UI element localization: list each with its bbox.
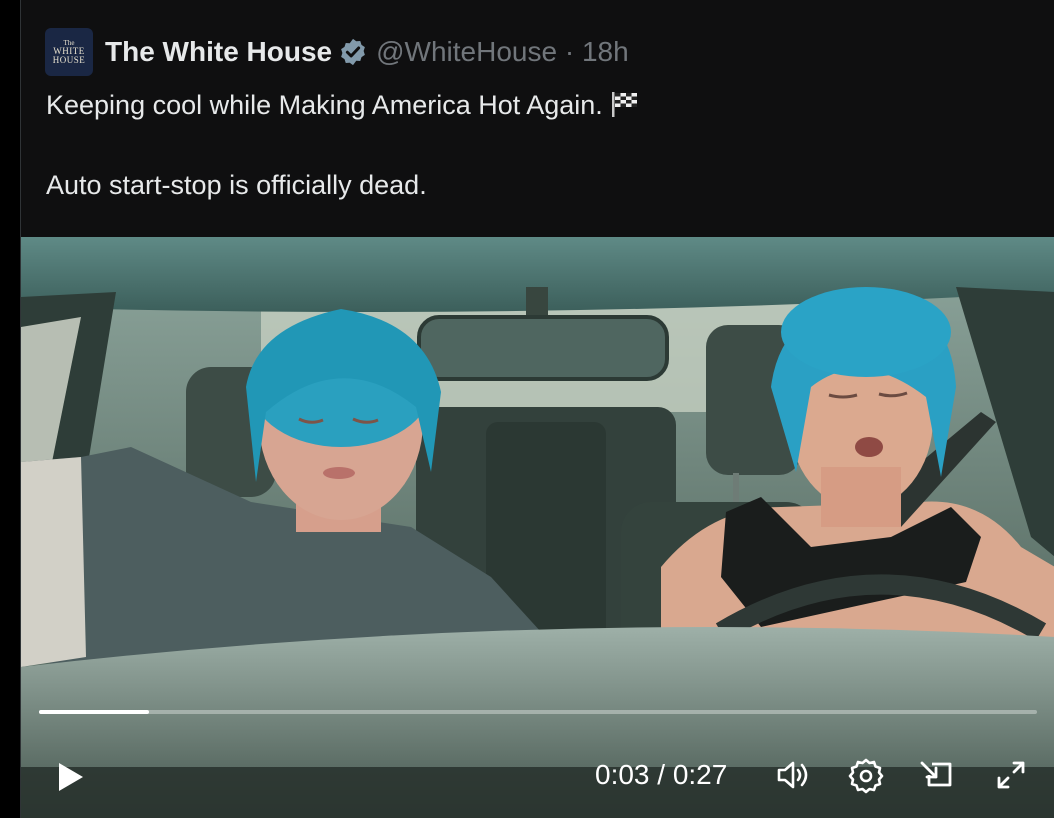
fullscreen-button[interactable] (991, 755, 1031, 795)
avatar[interactable]: The WHITE HOUSE (45, 28, 93, 76)
play-icon[interactable] (49, 757, 89, 797)
time-display: 0:03 / 0:27 (595, 759, 728, 790)
pip-icon (920, 761, 952, 787)
tweet-header: The WHITE HOUSE The White House @WhiteHo… (45, 28, 629, 76)
pip-button[interactable] (918, 755, 958, 795)
author-name[interactable]: The White House (105, 36, 332, 68)
handle-and-timestamp[interactable]: @WhiteHouse · 18h (376, 36, 629, 68)
progress-fill (39, 710, 149, 714)
tweet-text: Keeping cool while Making America Hot Ag… (46, 88, 639, 202)
settings-icon (848, 758, 884, 794)
progress-bar[interactable] (39, 710, 1037, 714)
volume-button[interactable] (773, 755, 813, 795)
fullscreen-icon (997, 761, 1025, 789)
tweet-text-line-1: Keeping cool while Making America Hot Ag… (46, 88, 639, 122)
volume-icon (777, 761, 808, 789)
tweet-text-line-2: Auto start-stop is officially dead. (46, 170, 427, 200)
video-frame (21, 237, 1054, 818)
verified-badge-icon (341, 38, 365, 66)
settings-button[interactable] (846, 755, 886, 795)
video-player[interactable]: 0:03 / 0:27 (21, 237, 1054, 818)
avatar-line-3: HOUSE (52, 54, 86, 65)
tweet-card[interactable]: The WHITE HOUSE The White House @WhiteHo… (20, 0, 1054, 818)
checkered-flag-icon (611, 92, 637, 117)
